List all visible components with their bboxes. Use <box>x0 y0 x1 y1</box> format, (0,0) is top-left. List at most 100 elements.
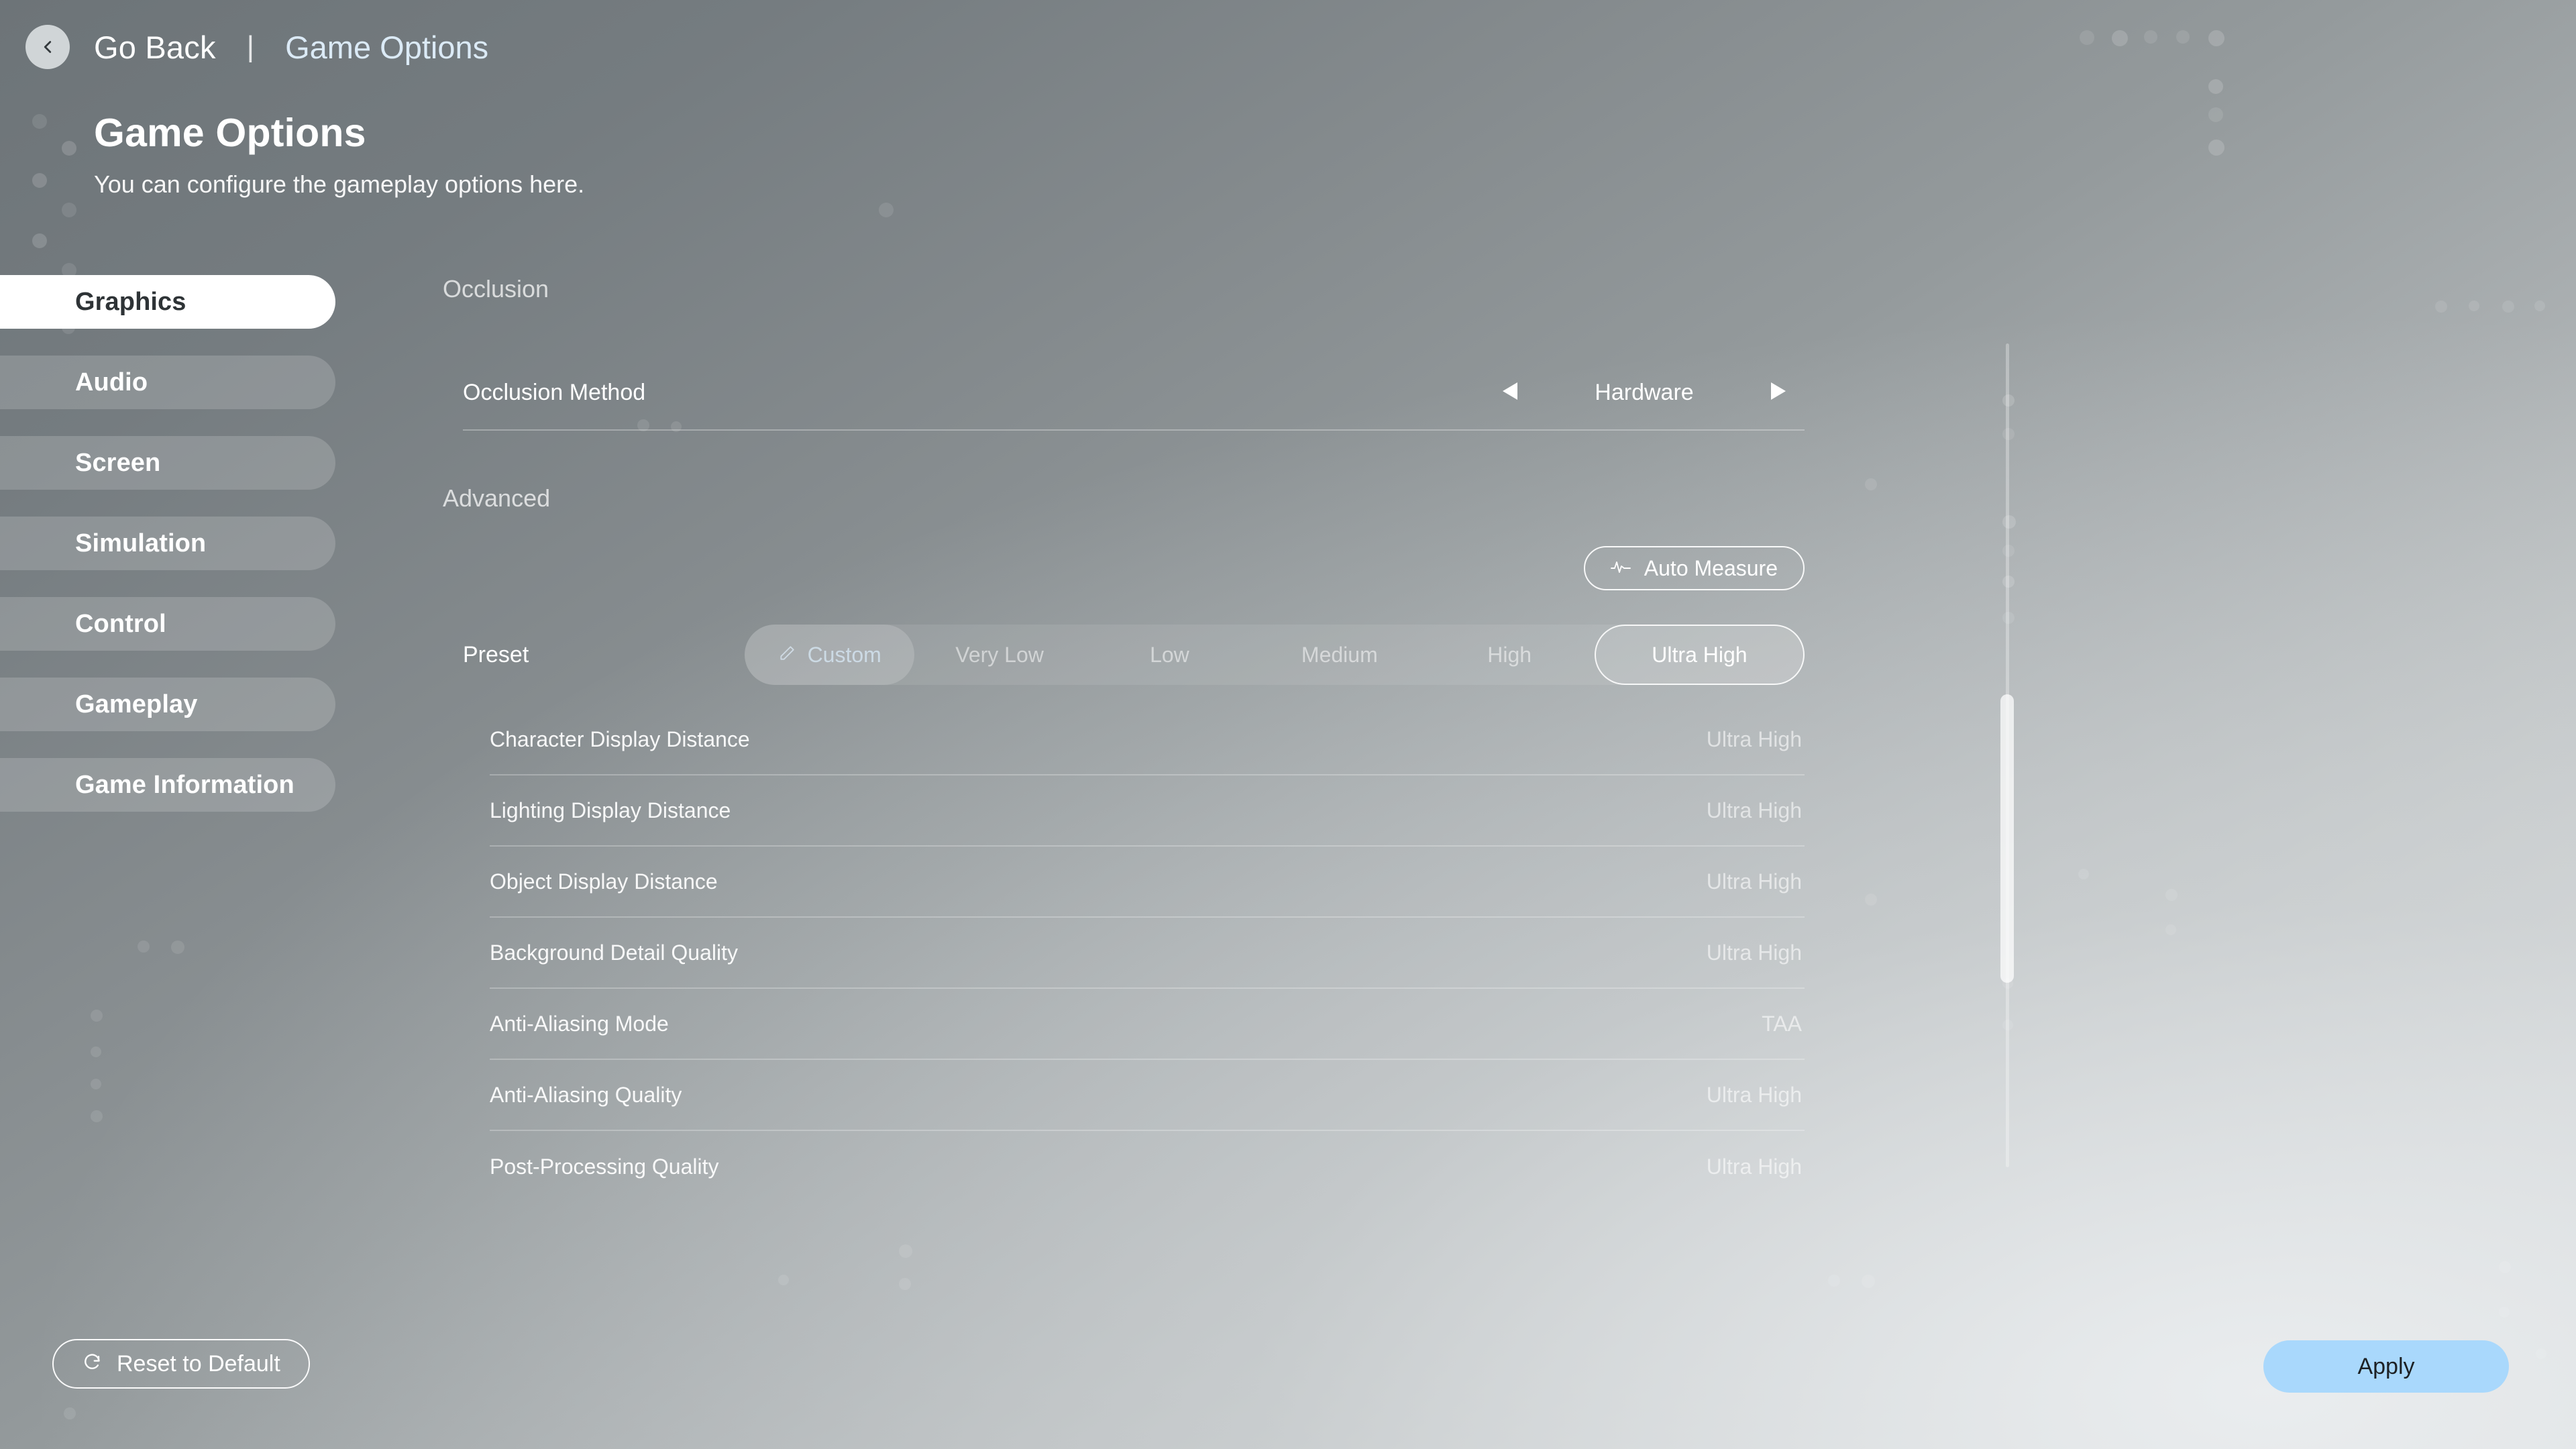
setting-row[interactable]: Character Display Distance Ultra High <box>490 704 1805 775</box>
section-title-occlusion: Occlusion <box>443 275 549 303</box>
setting-label: Lighting Display Distance <box>490 798 731 822</box>
preset-option-custom[interactable]: Custom <box>745 625 915 685</box>
auto-measure-label: Auto Measure <box>1644 555 1778 580</box>
apply-label: Apply <box>2357 1353 2415 1379</box>
preset-option-low[interactable]: Low <box>1085 625 1254 685</box>
preset-option-label: Low <box>1150 642 1189 667</box>
sidebar-item-screen[interactable]: Screen <box>0 436 335 490</box>
preset-row: Preset Custom Very Low Low Medium High Ultra … <box>463 623 1805 687</box>
sidebar-item-label: Game Information <box>75 770 294 799</box>
decorative-dot <box>2208 140 2224 156</box>
decorative-dot <box>1862 1275 1875 1288</box>
setting-label: Anti-Aliasing Quality <box>490 1082 682 1107</box>
setting-label: Character Display Distance <box>490 727 750 751</box>
preset-segmented-control: Custom Very Low Low Medium High Ultra High <box>745 625 1805 685</box>
preset-option-very-low[interactable]: Very Low <box>914 625 1084 685</box>
sidebar-item-label: Screen <box>75 448 161 477</box>
decorative-dot <box>2499 1261 2511 1273</box>
sidebar-item-graphics[interactable]: Graphics <box>0 275 335 329</box>
triangle-left-icon <box>1501 381 1519 405</box>
decorative-dot <box>899 1278 911 1290</box>
refresh-icon <box>82 1352 102 1376</box>
decorative-dot <box>2165 924 2176 935</box>
breadcrumb-separator: | <box>246 30 255 63</box>
sidebar-item-simulation[interactable]: Simulation <box>0 517 335 570</box>
decorative-dot <box>171 941 184 954</box>
setting-label: Post-Processing Quality <box>490 1154 719 1179</box>
preset-option-high[interactable]: High <box>1425 625 1595 685</box>
setting-label: Background Detail Quality <box>490 940 738 965</box>
decorative-dot <box>62 203 76 217</box>
setting-row[interactable]: Object Display Distance Ultra High <box>490 847 1805 918</box>
auto-measure-row: Auto Measure <box>463 546 1805 590</box>
occlusion-prev-button[interactable] <box>1487 369 1534 416</box>
top-bar: Go Back | Game Options <box>0 0 2576 94</box>
setting-value: TAA <box>1762 1011 1802 1036</box>
sidebar-item-game-information[interactable]: Game Information <box>0 758 335 812</box>
pencil-icon <box>778 643 796 667</box>
setting-row-occlusion-method[interactable]: Occlusion Method Hardware <box>463 356 1805 431</box>
auto-measure-button[interactable]: Auto Measure <box>1583 546 1805 590</box>
setting-row[interactable]: Post-Processing Quality Ultra High <box>490 1131 1805 1202</box>
decorative-dot <box>64 1407 76 1419</box>
decorative-dot <box>32 233 47 248</box>
preset-option-ultra-high[interactable]: Ultra High <box>1594 625 1805 685</box>
decorative-dot <box>91 1110 103 1122</box>
content-scrollbar-thumb[interactable] <box>2000 694 2014 983</box>
preset-option-label: High <box>1487 642 1532 667</box>
decorative-dot <box>899 1244 912 1258</box>
go-back-button[interactable] <box>25 25 70 69</box>
decorative-dot <box>91 1079 101 1089</box>
setting-label: Anti-Aliasing Mode <box>490 1011 669 1036</box>
setting-value: Ultra High <box>1706 940 1802 965</box>
preset-option-label: Custom <box>807 642 881 667</box>
decorative-dot <box>32 173 47 188</box>
decorative-dot <box>2208 107 2223 122</box>
decorative-dot <box>778 1275 789 1285</box>
decorative-dot <box>32 114 47 129</box>
decorative-dot <box>2435 301 2447 313</box>
reset-to-default-button[interactable]: Reset to Default <box>52 1339 310 1389</box>
preset-label: Preset <box>463 641 529 667</box>
setting-row[interactable]: Background Detail Quality Ultra High <box>490 918 1805 989</box>
decorative-dot <box>2536 1348 2546 1359</box>
setting-value: Ultra High <box>1706 1154 1802 1179</box>
preset-option-label: Medium <box>1301 642 1378 667</box>
triangle-right-icon <box>1770 381 1787 405</box>
sidebar-item-label: Simulation <box>75 529 207 557</box>
preset-option-label: Very Low <box>955 642 1044 667</box>
page-heading: Game Options You can configure the gamep… <box>94 112 585 199</box>
setting-value: Ultra High <box>1706 798 1802 822</box>
setting-label: Object Display Distance <box>490 869 718 894</box>
chevron-left-icon <box>38 37 58 57</box>
sidebar-item-label: Control <box>75 609 166 638</box>
sidebar-item-label: Graphics <box>75 287 186 316</box>
decorative-dot <box>62 141 76 156</box>
page-subtitle: You can configure the gameplay options h… <box>94 170 585 198</box>
sidebar-item-gameplay[interactable]: Gameplay <box>0 678 335 731</box>
setting-value: Ultra High <box>1706 727 1802 751</box>
preset-option-label: Ultra High <box>1652 642 1748 667</box>
sidebar-item-audio[interactable]: Audio <box>0 356 335 409</box>
occlusion-method-value: Hardware <box>1595 379 1694 405</box>
go-back-label[interactable]: Go Back <box>94 29 216 66</box>
setting-value: Ultra High <box>1706 1082 1802 1107</box>
decorative-dot <box>879 203 894 217</box>
preset-option-medium[interactable]: Medium <box>1254 625 1424 685</box>
advanced-settings-list: Character Display Distance Ultra High Ligh… <box>490 704 1805 1202</box>
setting-row[interactable]: Anti-Aliasing Mode TAA <box>490 989 1805 1060</box>
occlusion-method-stepper: Hardware <box>1487 369 1805 416</box>
decorative-dot <box>2534 301 2545 311</box>
sidebar-item-control[interactable]: Control <box>0 597 335 651</box>
apply-button[interactable]: Apply <box>2263 1340 2509 1393</box>
setting-row[interactable]: Lighting Display Distance Ultra High <box>490 775 1805 847</box>
section-title-advanced: Advanced <box>443 484 551 512</box>
sidebar-nav: Graphics Audio Screen Simulation Control Game… <box>0 275 335 839</box>
occlusion-next-button[interactable] <box>1755 369 1802 416</box>
decorative-dot <box>2469 301 2479 311</box>
settings-content-pane: Occlusion Occlusion Method Hardware Adva… <box>396 275 2019 1228</box>
decorative-dot <box>2078 869 2089 879</box>
setting-row[interactable]: Anti-Aliasing Quality Ultra High <box>490 1060 1805 1131</box>
breadcrumb-current-page: Game Options <box>285 29 489 65</box>
setting-value: Ultra High <box>1706 869 1802 894</box>
